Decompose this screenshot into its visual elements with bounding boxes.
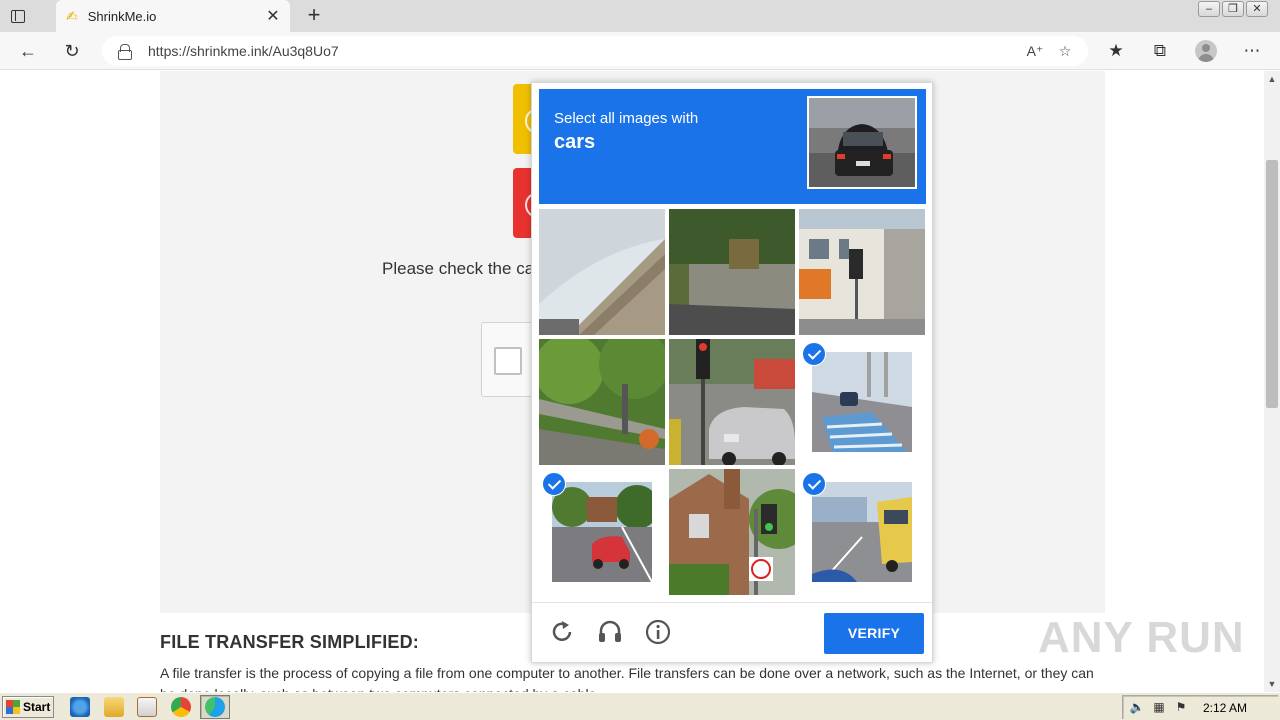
selected-check-icon: [802, 342, 826, 366]
captcha-tile-3[interactable]: [799, 209, 925, 335]
section-text: A file transfer is the process of copyin…: [160, 665, 1094, 692]
windows-logo-icon: [6, 700, 20, 714]
scroll-down-arrow-icon[interactable]: ▼: [1264, 676, 1280, 692]
tile-image: [669, 469, 795, 595]
lock-icon[interactable]: [118, 44, 132, 60]
start-label: Start: [23, 700, 51, 714]
tab-title: ShrinkMe.io: [87, 8, 157, 24]
tile-image: [812, 352, 912, 452]
check-captcha-text: Please check the ca: [382, 259, 535, 278]
address-bar[interactable]: https://shrinkme.ink/Au3q8Uo7 A⁺ ☆: [102, 36, 1088, 66]
selected-check-icon: [802, 472, 826, 496]
favorites-icon[interactable]: ★: [1103, 39, 1129, 63]
tile-image: [552, 482, 652, 582]
tab-strip: ✍ ShrinkMe.io ✕ + – ❐ ✕: [0, 0, 1280, 32]
sample-car-image: [807, 96, 917, 189]
verify-button[interactable]: VERIFY: [824, 613, 924, 654]
captcha-tile-7[interactable]: [539, 469, 665, 595]
tile-image: [539, 339, 665, 465]
new-tab-button[interactable]: +: [302, 4, 326, 28]
volume-icon[interactable]: 🔈: [1129, 700, 1145, 716]
captcha-instruction: Select all images with: [554, 110, 699, 127]
captcha-tile-4[interactable]: [539, 339, 665, 465]
page-scrollbar[interactable]: ▲ ▼: [1264, 71, 1280, 692]
network-icon[interactable]: ▦: [1151, 700, 1167, 716]
system-tray: 🔈 ▦ ⚑ 2:12 AM: [1122, 695, 1278, 719]
minimize-button[interactable]: –: [1198, 1, 1220, 17]
info-icon[interactable]: [644, 618, 672, 646]
tab-actions-button[interactable]: [8, 6, 28, 26]
profile-avatar[interactable]: [1195, 40, 1217, 62]
tab-actions-icon: [11, 9, 25, 23]
browser-tab[interactable]: ✍ ShrinkMe.io ✕: [56, 0, 290, 32]
collections-icon[interactable]: ⧉: [1147, 39, 1173, 63]
recaptcha-checkbox[interactable]: [494, 347, 522, 375]
scroll-thumb[interactable]: [1266, 160, 1278, 408]
tile-image: [669, 339, 795, 465]
shrinkme-favicon-icon: ✍: [66, 7, 78, 24]
chrome-icon[interactable]: [171, 697, 191, 717]
back-button[interactable]: ←: [15, 39, 41, 63]
captcha-tile-5[interactable]: [669, 339, 795, 465]
tile-image: [539, 209, 665, 335]
window-controls: – ❐ ✕: [1198, 0, 1268, 20]
captcha-tile-2[interactable]: [669, 209, 795, 335]
more-menu-icon[interactable]: ⋯: [1239, 39, 1265, 63]
watermark-text: ANY RUN: [1038, 613, 1245, 662]
captcha-challenge: Select all images with cars VERIFY: [531, 82, 933, 663]
scroll-up-arrow-icon[interactable]: ▲: [1264, 71, 1280, 87]
folder-icon[interactable]: [104, 697, 124, 717]
audio-challenge-icon[interactable]: [596, 618, 624, 646]
read-aloud-icon[interactable]: A⁺: [1020, 43, 1050, 60]
refresh-button[interactable]: ↻: [59, 39, 85, 63]
clock: 2:12 AM: [1203, 700, 1248, 715]
url-text[interactable]: https://shrinkme.ink/Au3q8Uo7: [148, 43, 1020, 59]
captcha-tile-6[interactable]: [799, 339, 925, 465]
close-tab-icon[interactable]: ✕: [262, 5, 284, 27]
captcha-footer: VERIFY: [532, 602, 932, 662]
reload-icon[interactable]: [548, 618, 576, 646]
internet-explorer-icon[interactable]: [70, 697, 90, 717]
tile-image: [669, 209, 795, 335]
edge-icon: [205, 697, 225, 717]
section-title: FILE TRANSFER SIMPLIFIED:: [160, 632, 419, 652]
captcha-tile-1[interactable]: [539, 209, 665, 335]
captcha-target: cars: [554, 131, 596, 153]
tile-image: [799, 209, 925, 335]
anyrun-watermark: ANY RUN: [1038, 605, 1245, 671]
edge-taskbar-button[interactable]: [200, 695, 230, 719]
captcha-header: Select all images with cars: [539, 89, 926, 204]
add-favorite-icon[interactable]: ☆: [1050, 43, 1080, 60]
media-player-icon[interactable]: [137, 697, 157, 717]
taskbar: Start 🔈 ▦ ⚑ 2:12 AM: [0, 692, 1280, 720]
tile-image: [812, 482, 912, 582]
selected-check-icon: [542, 472, 566, 496]
close-window-button[interactable]: ✕: [1246, 1, 1268, 17]
start-button[interactable]: Start: [2, 696, 54, 718]
address-toolbar: ← ↻ https://shrinkme.ink/Au3q8Uo7 A⁺ ☆ ★…: [0, 32, 1280, 70]
action-center-flag-icon[interactable]: ⚑: [1173, 700, 1189, 716]
restore-button[interactable]: ❐: [1222, 1, 1244, 17]
captcha-tile-9[interactable]: [799, 469, 925, 595]
captcha-tile-8[interactable]: [669, 469, 795, 595]
